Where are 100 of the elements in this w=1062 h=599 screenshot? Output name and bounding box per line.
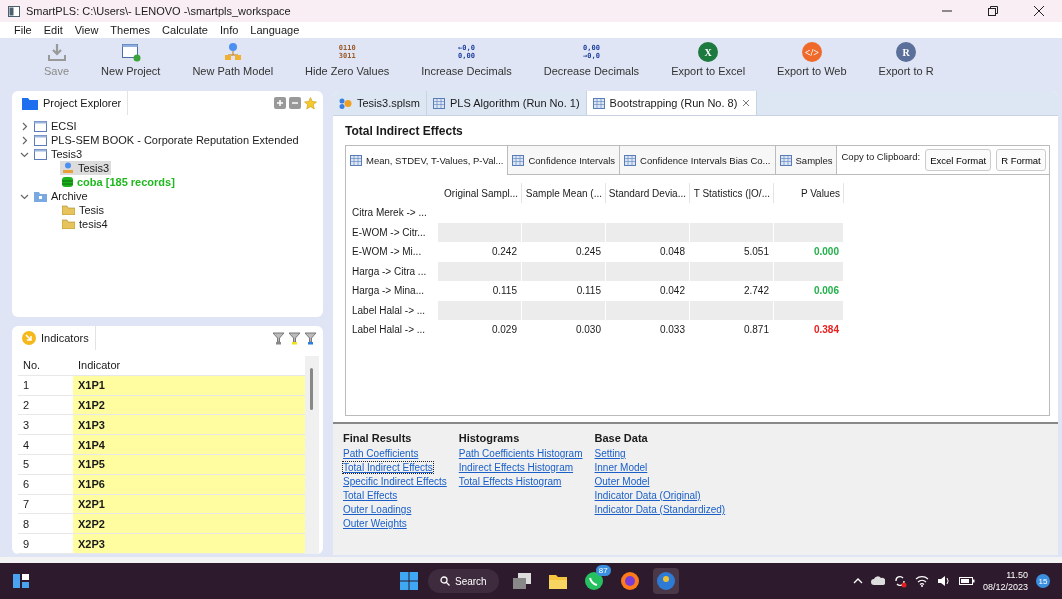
menu-item[interactable]: Language — [250, 24, 300, 36]
menu-item[interactable]: Themes — [110, 24, 151, 36]
results-tab[interactable]: Confidence Intervals Bias Co... — [620, 146, 776, 174]
toolbar-button[interactable]: New Path Model — [176, 42, 290, 77]
result-link[interactable]: Setting — [594, 448, 626, 459]
clock[interactable]: 11.50 08/12/2023 — [982, 569, 1028, 593]
result-link[interactable]: Path Coefficients Histogram — [458, 448, 583, 459]
chat-icon[interactable] — [583, 571, 604, 591]
toolbar-button[interactable]: </> Export to Web — [761, 42, 863, 77]
menu-item[interactable]: File — [14, 24, 32, 36]
tree-item[interactable]: PLS-SEM BOOK - Corporate Reputation Extended — [32, 133, 301, 147]
menu-item[interactable]: Calculate — [162, 24, 208, 36]
section-title: Final Results — [343, 432, 413, 444]
editor-tab[interactable]: Tesis3.splsm — [333, 91, 427, 115]
result-link[interactable]: Indicator Data (Original) — [594, 490, 701, 501]
editor-tab[interactable]: Bootstrapping (Run No. 8) — [586, 91, 758, 115]
toolbar-button[interactable]: R Export to R — [862, 42, 950, 77]
tree-item[interactable]: Tesis — [60, 203, 107, 217]
task-view-icon[interactable] — [511, 572, 532, 590]
table-icon — [624, 154, 637, 166]
table-cell-text: 4 — [22, 437, 31, 453]
results-tab[interactable]: Samples — [775, 146, 838, 174]
folder-icon — [62, 219, 75, 229]
browser-icon[interactable] — [619, 571, 640, 591]
column-header: No. — [22, 358, 42, 374]
code-icon: </> — [801, 42, 822, 62]
menu-item[interactable]: Info — [219, 24, 239, 36]
result-link[interactable]: Total Effects Histogram — [458, 476, 562, 487]
result-link[interactable]: Outer Loadings — [343, 504, 412, 515]
star-icon[interactable] — [304, 96, 317, 110]
widgets-icon[interactable] — [12, 573, 30, 589]
new-window-icon — [120, 42, 141, 62]
search-icon — [440, 576, 450, 586]
toolbar-button[interactable]: X Export to Excel — [655, 42, 762, 77]
table-cell: X2P2 — [73, 514, 305, 534]
battery-icon[interactable] — [958, 576, 975, 586]
tree-item[interactable]: Tesis3 — [60, 161, 112, 175]
speaker-icon[interactable] — [936, 575, 951, 587]
collapse-all-icon[interactable] — [289, 96, 301, 109]
results-tab[interactable]: Confidence Intervals — [508, 146, 621, 174]
result-link[interactable]: Specific Indirect Effects — [343, 476, 447, 487]
result-link[interactable]: Total Indirect Effects — [343, 462, 433, 473]
format-button[interactable]: Excel Format — [925, 149, 992, 171]
chevron-up-icon[interactable] — [852, 577, 863, 585]
result-link[interactable]: Inner Model — [594, 462, 648, 473]
table-cell: X1P3 — [73, 415, 305, 435]
project-icon — [34, 148, 47, 160]
table-icon — [592, 97, 605, 109]
filter-icon[interactable] — [304, 331, 317, 345]
table-icon — [350, 155, 362, 166]
table-cell: X2P3 — [73, 534, 305, 553]
app-icon[interactable] — [655, 571, 676, 591]
result-link[interactable]: Total Effects — [343, 490, 398, 501]
panel-title: Project Explorer — [43, 97, 122, 109]
notification-badge: 87 — [595, 565, 611, 576]
tree-item[interactable]: ECSI — [32, 119, 79, 133]
filter-icon[interactable] — [272, 331, 285, 345]
results-tab[interactable]: Mean, STDEV, T-Values, P-Val... — [346, 146, 509, 175]
result-link[interactable]: Path Coefficients — [343, 448, 419, 459]
folder-icon[interactable] — [547, 572, 568, 590]
result-link[interactable]: Outer Weights — [343, 518, 407, 529]
menu-item[interactable]: Edit — [43, 24, 63, 36]
results-title: Total Indirect Effects — [345, 124, 464, 138]
download-icon — [46, 42, 67, 62]
filter-icon[interactable] — [288, 331, 301, 345]
tree-item[interactable]: Tesis3 — [32, 147, 85, 161]
close-icon[interactable] — [1034, 6, 1044, 16]
diagram-icon — [222, 42, 243, 62]
editor-tab[interactable]: PLS Algorithm (Run No. 1) — [426, 91, 587, 115]
arrow-badge-icon — [22, 331, 36, 345]
format-button[interactable]: R Format — [996, 149, 1046, 171]
r-icon: R — [896, 42, 917, 62]
windows-start-icon[interactable] — [400, 572, 418, 590]
table-cell-text: 1 — [22, 378, 31, 394]
tree-item[interactable]: Archive — [32, 189, 90, 203]
restore-icon[interactable] — [988, 6, 998, 16]
panel-title: Indicators — [41, 332, 89, 344]
copy-label: Copy to Clipboard: — [841, 150, 921, 162]
tree-item[interactable]: tesis4 — [60, 217, 110, 231]
result-link[interactable]: Indicator Data (Standardized) — [594, 504, 726, 515]
table-cell-text: 3 — [22, 417, 31, 433]
wifi-icon[interactable] — [914, 575, 929, 587]
search-button[interactable]: Search — [428, 569, 499, 593]
menu-item[interactable]: View — [74, 24, 99, 36]
table-cell-text: 8 — [22, 516, 31, 532]
sync-icon[interactable] — [892, 574, 907, 588]
table-cell-text: 6 — [22, 477, 31, 493]
table-icon — [512, 154, 525, 166]
table-cell: X1P4 — [73, 435, 305, 454]
toolbar-button[interactable]: New Project — [85, 42, 177, 77]
table-cell-text: 5 — [22, 457, 31, 473]
diagram-icon — [339, 97, 352, 109]
result-link[interactable]: Indirect Effects Histogram — [458, 462, 574, 473]
table-icon — [432, 97, 445, 109]
result-link[interactable]: Outer Model — [594, 476, 650, 487]
excel-icon: X — [698, 42, 719, 62]
scrollbar[interactable] — [305, 356, 319, 554]
cloud-icon[interactable] — [870, 575, 885, 587]
table-cell-text: 9 — [22, 536, 31, 552]
expand-all-icon[interactable] — [274, 96, 286, 109]
